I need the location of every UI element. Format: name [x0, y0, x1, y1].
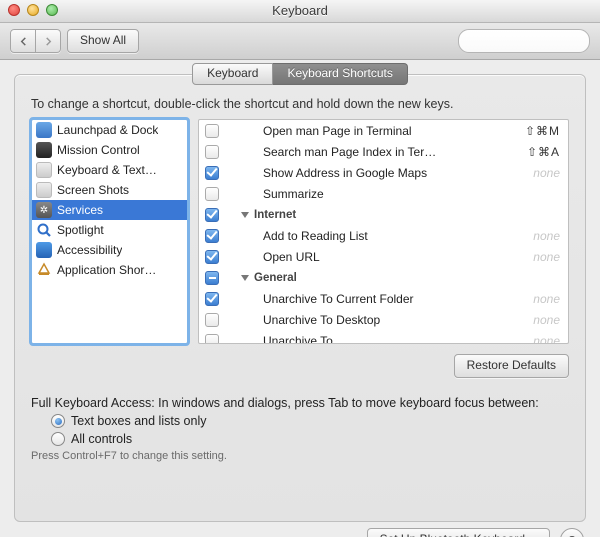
category-label: Mission Control [57, 143, 140, 157]
checkbox[interactable] [205, 229, 219, 243]
forward-button[interactable] [36, 29, 61, 53]
full-keyboard-access-label: Full Keyboard Access: In windows and dia… [31, 396, 569, 410]
group-label: General [254, 272, 297, 284]
screenshot-icon [36, 182, 52, 198]
footer: Set Up Bluetooth Keyboard… ? [0, 522, 600, 537]
shortcut-key[interactable]: none [516, 166, 560, 180]
category-mission-control[interactable]: Mission Control [32, 140, 187, 160]
shortcut-key[interactable]: ⇧⌘A [516, 145, 560, 159]
radio-icon [51, 432, 65, 446]
services-icon: ✲ [36, 202, 52, 218]
category-label: Services [57, 203, 103, 217]
shortcut-row[interactable]: Open URL none [199, 246, 568, 267]
show-all-button[interactable]: Show All [67, 29, 139, 53]
radio-text-boxes[interactable]: Text boxes and lists only [51, 414, 569, 428]
launchpad-icon [36, 122, 52, 138]
help-button[interactable]: ? [560, 528, 584, 537]
bluetooth-keyboard-button[interactable]: Set Up Bluetooth Keyboard… [367, 528, 550, 537]
titlebar: Keyboard [0, 0, 600, 23]
tab-shortcuts[interactable]: Keyboard Shortcuts [273, 63, 407, 85]
back-button[interactable] [10, 29, 36, 53]
category-list[interactable]: Launchpad & Dock Mission Control Keyboar… [31, 119, 188, 344]
toolbar: Show All [0, 23, 600, 60]
shortcut-name: Open man Page in Terminal [263, 124, 508, 138]
checkbox[interactable] [205, 250, 219, 264]
keyboard-icon [36, 162, 52, 178]
category-launchpad[interactable]: Launchpad & Dock [32, 120, 187, 140]
search-field[interactable] [458, 29, 590, 53]
category-keyboard-text[interactable]: Keyboard & Text… [32, 160, 187, 180]
checkbox[interactable] [205, 208, 219, 222]
checkbox[interactable] [205, 124, 219, 138]
shortcut-row[interactable]: Unarchive To Desktop none [199, 309, 568, 330]
category-label: Launchpad & Dock [57, 123, 158, 137]
minimize-window-button[interactable] [27, 4, 39, 16]
shortcut-row[interactable]: Open man Page in Terminal ⇧⌘M [199, 120, 568, 141]
category-app-shortcuts[interactable]: Application Shor… [32, 260, 187, 280]
shortcut-row[interactable]: Show Address in Google Maps none [199, 162, 568, 183]
category-label: Accessibility [57, 243, 122, 257]
category-label: Screen Shots [57, 183, 129, 197]
shortcut-name: Summarize [263, 187, 560, 201]
shortcut-name: Unarchive To… [263, 334, 508, 345]
checkbox[interactable] [205, 166, 219, 180]
tab-keyboard[interactable]: Keyboard [192, 63, 273, 85]
restore-defaults-button[interactable]: Restore Defaults [454, 354, 569, 378]
category-label: Application Shor… [57, 263, 156, 277]
zoom-window-button[interactable] [46, 4, 58, 16]
checkbox[interactable] [205, 334, 219, 345]
shortcut-group-row[interactable]: Internet [199, 204, 568, 225]
category-services[interactable]: ✲ Services [32, 200, 187, 220]
shortcut-row[interactable]: Unarchive To Current Folder none [199, 288, 568, 309]
shortcut-row[interactable]: Search man Page Index in Ter… ⇧⌘A [199, 141, 568, 162]
shortcut-name: Unarchive To Desktop [263, 313, 508, 327]
shortcut-group-row[interactable]: General [199, 267, 568, 288]
category-screenshots[interactable]: Screen Shots [32, 180, 187, 200]
radio-label: Text boxes and lists only [71, 414, 207, 428]
category-label: Keyboard & Text… [57, 163, 157, 177]
radio-all-controls[interactable]: All controls [51, 432, 569, 446]
shortcut-name: Search man Page Index in Ter… [263, 145, 508, 159]
category-spotlight[interactable]: Spotlight [32, 220, 187, 240]
close-window-button[interactable] [8, 4, 20, 16]
shortcut-key[interactable]: none [516, 250, 560, 264]
disclosure-triangle-icon[interactable] [241, 212, 249, 218]
checkbox[interactable] [205, 145, 219, 159]
radio-icon [51, 414, 65, 428]
accessibility-icon [36, 242, 52, 258]
shortcut-name: Unarchive To Current Folder [263, 292, 508, 306]
shortcut-row[interactable]: Unarchive To… none [199, 330, 568, 344]
tab-bar: Keyboard Keyboard Shortcuts [15, 63, 585, 85]
shortcut-row[interactable]: Add to Reading List none [199, 225, 568, 246]
shortcut-key[interactable]: none [516, 292, 560, 306]
keyboard-access-hint: Press Control+F7 to change this setting. [31, 450, 569, 462]
shortcut-key[interactable]: ⇧⌘M [516, 124, 560, 138]
shortcut-name: Add to Reading List [263, 229, 508, 243]
nav-segment [10, 29, 61, 53]
shortcut-key[interactable]: none [516, 334, 560, 345]
spotlight-icon [36, 222, 52, 238]
disclosure-triangle-icon[interactable] [241, 275, 249, 281]
shortcut-key[interactable]: none [516, 313, 560, 327]
window-controls [8, 4, 58, 16]
shortcut-row[interactable]: Summarize [199, 183, 568, 204]
group-label: Internet [254, 209, 296, 221]
checkbox[interactable] [205, 292, 219, 306]
category-accessibility[interactable]: Accessibility [32, 240, 187, 260]
search-input[interactable] [469, 34, 600, 48]
shortcut-list[interactable]: Open man Page in Terminal ⇧⌘M Search man P… [198, 119, 569, 344]
checkbox[interactable] [205, 187, 219, 201]
window-title: Keyboard [272, 3, 328, 18]
shortcut-name: Show Address in Google Maps [263, 166, 508, 180]
checkbox[interactable] [205, 313, 219, 327]
category-label: Spotlight [57, 223, 104, 237]
shortcut-key[interactable]: none [516, 229, 560, 243]
preferences-card: Keyboard Keyboard Shortcuts To change a … [14, 74, 586, 522]
checkbox[interactable] [205, 271, 219, 285]
radio-label: All controls [71, 432, 132, 446]
mission-control-icon [36, 142, 52, 158]
app-shortcuts-icon [36, 262, 52, 278]
shortcut-name: Open URL [263, 250, 508, 264]
instruction-text: To change a shortcut, double-click the s… [31, 97, 569, 111]
